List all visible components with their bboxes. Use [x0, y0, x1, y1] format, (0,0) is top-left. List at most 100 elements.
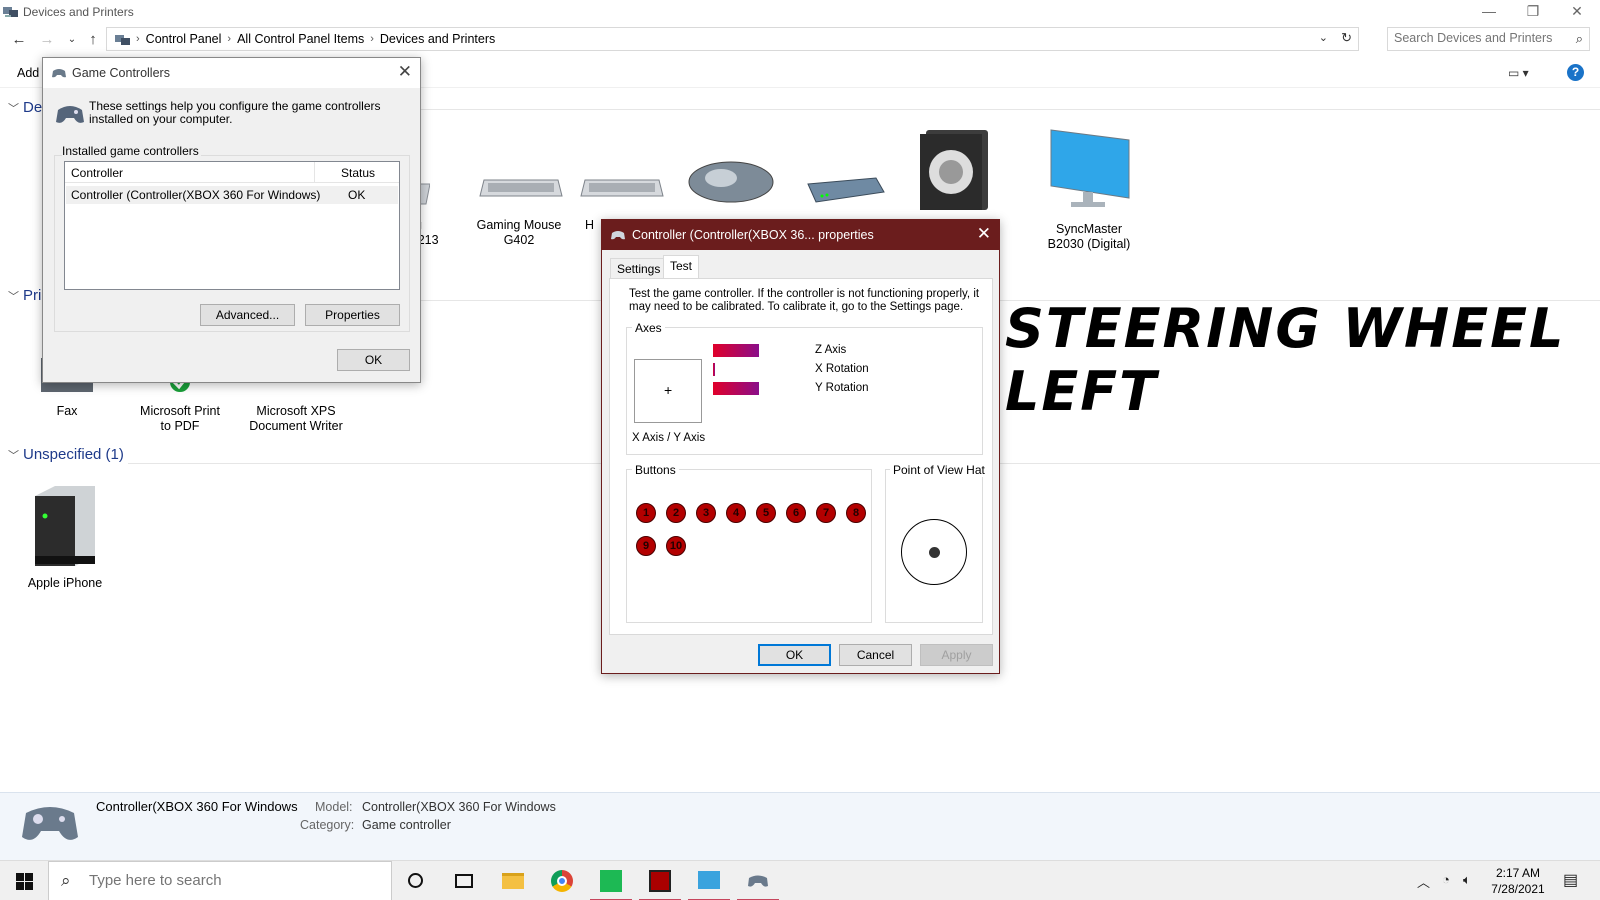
back-arrow-icon[interactable]: ←: [9, 30, 29, 50]
close-button[interactable]: ✕: [1554, 0, 1600, 24]
controller-status: OK: [348, 188, 366, 202]
forward-arrow-icon[interactable]: →: [37, 30, 57, 50]
speaker-icon: [920, 130, 988, 210]
show-hidden-icons-chevron-icon[interactable]: ︿: [1417, 872, 1430, 891]
axis-bar: [713, 344, 759, 357]
controller-button-indicator: 10: [666, 536, 686, 556]
change-view-icon[interactable]: ▭ ▾: [1508, 66, 1529, 80]
tab-test[interactable]: Test: [663, 255, 700, 279]
breadcrumb-all-items[interactable]: All Control Panel Items: [237, 32, 364, 46]
axis-name: Z Axis: [815, 344, 847, 356]
controller-button-indicator: 7: [816, 503, 836, 523]
taskbar-clock[interactable]: 2:17 AM 7/28/2021: [1484, 865, 1552, 897]
cancel-button[interactable]: Cancel: [839, 644, 912, 666]
dialog-titlebar: Game Controllers ✕: [43, 58, 420, 88]
cortana-icon[interactable]: [392, 861, 438, 900]
add-device-button[interactable]: Add: [17, 66, 39, 80]
action-center-icon[interactable]: ▤: [1563, 870, 1578, 890]
axis-bar: [713, 363, 715, 376]
breadcrumb-devices-printers[interactable]: Devices and Printers: [380, 32, 495, 46]
device-name-line1: Apple iPhone: [27, 576, 103, 590]
control-panel-icon[interactable]: [686, 861, 732, 900]
overlay-caption: STEERING WHEEL LEFT: [1005, 297, 1566, 423]
group-unspecified-label: Unspecified (1): [23, 446, 124, 463]
group-unspecified-header[interactable]: ﹀ Unspecified (1): [8, 446, 124, 463]
device-syncmaster-monitor[interactable]: SyncMaster B2030 (Digital): [1029, 128, 1149, 252]
device-gaming-mouse-g402[interactable]: Gaming Mouse G402: [464, 168, 574, 248]
keyboard-icon: [580, 179, 664, 197]
controllers-list[interactable]: Controller Status Controller (Controller…: [64, 161, 400, 290]
windows-start-icon[interactable]: [16, 873, 33, 890]
dialog-intro: These settings help you configure the ga…: [89, 99, 381, 126]
devices-printers-icon: [3, 7, 18, 17]
volume-icon[interactable]: 🔈︎: [1463, 872, 1471, 888]
printer-name-line1: Fax: [56, 404, 78, 418]
device-apple-iphone[interactable]: Apple iPhone: [10, 486, 120, 591]
properties-button[interactable]: Properties: [305, 304, 400, 326]
taskbar-search-input[interactable]: [89, 872, 379, 889]
task-view-icon[interactable]: [441, 861, 487, 900]
dialog-titlebar: Controller (Controller(XBOX 36... proper…: [602, 220, 999, 250]
address-dropdown-icon[interactable]: ⌄: [1319, 31, 1328, 44]
device-router[interactable]: [796, 170, 886, 220]
game-controllers-taskbar-icon[interactable]: [735, 861, 781, 900]
mouse-icon: [688, 161, 774, 203]
xy-axis-label: X Axis / Y Axis: [632, 432, 706, 444]
ok-button[interactable]: OK: [337, 349, 410, 371]
breadcrumb-control-panel[interactable]: Control Panel: [146, 32, 222, 46]
search-icon[interactable]: ⌕: [1576, 31, 1583, 47]
printer-name-line1: Microsoft XPS: [256, 404, 336, 418]
apply-button[interactable]: Apply: [920, 644, 993, 666]
recent-locations-chevron-icon[interactable]: ⌄: [62, 30, 82, 50]
advanced-button[interactable]: Advanced...: [200, 304, 295, 326]
device-mouse[interactable]: [686, 156, 776, 216]
window-titlebar: Devices and Printers — ❐ ✕: [0, 0, 1600, 24]
app-red-icon[interactable]: [637, 861, 683, 900]
network-icon[interactable]: ◔: [1442, 872, 1450, 887]
restore-button[interactable]: ❐: [1510, 0, 1556, 24]
file-explorer-icon[interactable]: [490, 861, 536, 900]
controller-button-indicator: 3: [696, 503, 716, 523]
breadcrumb: › Control Panel › All Control Panel Item…: [115, 32, 495, 46]
taskbar-search[interactable]: ⌕: [48, 861, 392, 900]
controller-button-indicator: 4: [726, 503, 746, 523]
ok-button[interactable]: OK: [758, 644, 831, 666]
search-input[interactable]: [1394, 31, 1559, 45]
controller-name: Controller (Controller(XBOX 360 For Wind…: [71, 188, 321, 202]
chrome-icon[interactable]: [539, 861, 585, 900]
pov-hat-dot: [929, 547, 940, 558]
router-icon: [807, 177, 885, 203]
axis-name: Y Rotation: [815, 382, 869, 394]
monitor-icon: [1050, 129, 1130, 207]
search-box[interactable]: ⌕: [1387, 27, 1590, 51]
address-bar[interactable]: › Control Panel › All Control Panel Item…: [106, 27, 1359, 51]
dialog-close-icon[interactable]: ✕: [398, 62, 412, 82]
pov-label: Point of View Hat: [890, 463, 988, 477]
axis-name: X Rotation: [815, 363, 869, 375]
tab-settings[interactable]: Settings: [610, 258, 668, 279]
axes-label: Axes: [632, 321, 665, 335]
printer-name-line1: Microsoft Print: [140, 404, 220, 418]
buttons-label: Buttons: [632, 463, 679, 477]
refresh-icon[interactable]: ↻: [1341, 30, 1352, 46]
spotify-icon[interactable]: [588, 861, 634, 900]
controller-properties-dialog: Controller (Controller(XBOX 36... proper…: [601, 219, 1000, 674]
xy-crosshair-icon: +: [664, 382, 673, 398]
chevron-right-icon: ›: [227, 33, 232, 45]
help-icon[interactable]: ?: [1567, 64, 1584, 81]
clock-date: 7/28/2021: [1491, 882, 1545, 896]
column-header-status[interactable]: Status: [341, 166, 375, 180]
minimize-button[interactable]: —: [1466, 0, 1512, 24]
xy-axis-box: +: [634, 359, 702, 423]
controller-button-indicator: 6: [786, 503, 806, 523]
chevron-down-icon: ﹀: [8, 450, 19, 462]
printer-name-line2: Document Writer: [249, 419, 343, 433]
list-header: Controller Status: [65, 162, 399, 183]
column-header-controller[interactable]: Controller: [71, 166, 123, 180]
device-name-line1: SyncMaster: [1056, 222, 1122, 236]
dialog-close-icon[interactable]: ✕: [977, 224, 991, 244]
navigation-bar: ← → ⌄ ↑ › Control Panel › All Control Pa…: [0, 27, 1600, 53]
controller-button-indicator: 1: [636, 503, 656, 523]
table-row[interactable]: Controller (Controller(XBOX 360 For Wind…: [66, 186, 398, 204]
up-arrow-icon[interactable]: ↑: [83, 30, 103, 50]
